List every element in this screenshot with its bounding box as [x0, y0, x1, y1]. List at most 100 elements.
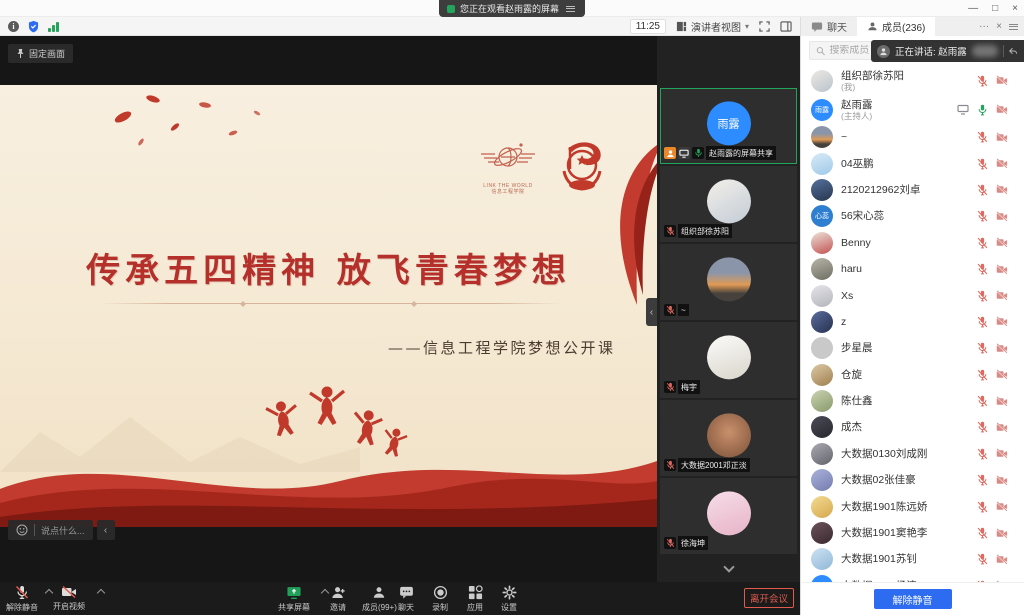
member-name: 步星晨 [841, 342, 971, 354]
member-row[interactable]: 大数据0130刘成刚 [801, 441, 1024, 467]
member-name: 陈仕鑫 [841, 395, 971, 407]
video-tile[interactable]: 梅宇 [660, 322, 797, 398]
watching-banner[interactable]: 您正在观看赵雨露的屏幕 [439, 0, 585, 17]
member-row[interactable]: 大数据1901窦艳李 [801, 520, 1024, 546]
member-name: Xs [841, 290, 971, 302]
leave-meeting-button[interactable]: 离开会议 [744, 588, 794, 608]
camera-off-icon [996, 528, 1008, 539]
member-name: 大数据1901窦艳李 [841, 527, 971, 539]
mic-muted-icon [977, 263, 988, 275]
tab-members[interactable]: 成员(236) [857, 17, 935, 36]
mic-muted-icon [977, 527, 988, 539]
panel-menu-icon[interactable] [1009, 24, 1018, 30]
avatar [707, 257, 751, 301]
screen-share-indicator-icon [447, 5, 455, 13]
avatar: 雨露 [707, 101, 751, 145]
member-row[interactable]: 陈仕鑫 [801, 388, 1024, 414]
member-row[interactable]: 大数据02张佳豪 [801, 467, 1024, 493]
member-name: 大数据1901苏钊 [841, 553, 971, 565]
record-button[interactable]: 录制 [432, 585, 448, 613]
speaking-toast-text: 正在讲话: 赵雨露 [895, 44, 967, 58]
member-role: (主持人) [841, 111, 951, 121]
video-tile-label: ~ [678, 304, 689, 316]
banner-menu-icon[interactable] [564, 4, 577, 14]
avatar [811, 285, 833, 307]
member-row[interactable]: 仓旋 [801, 362, 1024, 388]
video-tile[interactable]: 大数据2001邓正淡 [660, 400, 797, 476]
mic-muted-icon [977, 75, 988, 87]
unmute-button[interactable]: 解除静音 [6, 585, 38, 613]
meeting-info-icon[interactable]: i [8, 21, 19, 32]
member-row[interactable]: 04巫鹏 [801, 150, 1024, 176]
strip-collapse-handle[interactable]: ‹ [646, 298, 657, 326]
speaker-avatar [877, 45, 890, 58]
video-tile[interactable]: ~ [660, 244, 797, 320]
member-row[interactable]: 大数据1901苏钊 [801, 546, 1024, 572]
settings-button[interactable]: 设置 [501, 585, 517, 613]
video-options-chevron[interactable] [97, 589, 105, 597]
video-tile-label: 大数据2001邓正淡 [678, 458, 750, 472]
member-row[interactable]: ~ [801, 124, 1024, 150]
mic-muted-icon [977, 237, 988, 249]
meeting-timer: 11:25 [630, 19, 666, 34]
avatar [811, 443, 833, 465]
mic-on-icon [977, 104, 988, 116]
side-panel-icon[interactable] [780, 21, 792, 32]
mic-muted-icon [977, 474, 988, 486]
video-tile[interactable]: 组织部徐苏阳 [660, 166, 797, 242]
tab-chat[interactable]: 聊天 [801, 17, 857, 36]
apps-button[interactable]: 应用 [467, 585, 483, 613]
pin-view-button[interactable]: 固定画面 [8, 44, 73, 63]
strip-scroll-down-icon[interactable] [723, 561, 734, 572]
avatar [707, 413, 751, 457]
members-button[interactable]: 成员(99+) [362, 585, 397, 613]
view-mode-selector[interactable]: 演讲者视图 ▾ [676, 19, 749, 34]
red-wave-decoration [0, 437, 657, 527]
close-button[interactable]: × [1012, 0, 1018, 17]
invite-icon [331, 585, 346, 600]
video-tiles: 雨露 赵雨露的屏幕共享 组织部徐苏阳 [660, 88, 797, 554]
maximize-button[interactable]: □ [992, 0, 998, 17]
member-row[interactable]: 杨清 大数据1904杨清 [801, 573, 1024, 582]
member-row[interactable]: 雨露 赵雨露 (主持人) [801, 95, 1024, 124]
start-video-button[interactable]: 开启视频 [53, 585, 85, 612]
fullscreen-icon[interactable] [759, 21, 770, 32]
mic-muted-icon [977, 342, 988, 354]
panel-more-icon[interactable]: ··· [979, 17, 989, 36]
share-screen-button[interactable]: 共享屏幕 [278, 585, 310, 613]
member-row[interactable]: 成杰 [801, 414, 1024, 440]
member-row[interactable]: Benny [801, 230, 1024, 256]
chat-button[interactable]: 聊天 [398, 585, 414, 613]
video-tile[interactable]: 雨露 赵雨露的屏幕共享 [660, 88, 797, 164]
panel-close-icon[interactable]: × [996, 17, 1002, 36]
college-logo: LINK THE WORLD 信息工程学院 [466, 141, 550, 203]
members-icon [867, 21, 878, 32]
mic-muted-icon [977, 501, 988, 513]
member-row[interactable]: 大数据1901陈远娇 [801, 493, 1024, 519]
minimize-button[interactable]: — [968, 0, 978, 17]
member-row[interactable]: 心蕊 56宋心蕊 [801, 203, 1024, 229]
security-shield-icon[interactable] [28, 20, 39, 33]
avatar [811, 70, 833, 92]
share-options-chevron[interactable] [321, 589, 329, 597]
invite-button[interactable]: 邀请 [330, 585, 346, 613]
toast-collapse-icon[interactable] [1009, 46, 1017, 56]
camera-off-icon [996, 475, 1008, 486]
member-row[interactable]: z [801, 309, 1024, 335]
mic-muted-icon [977, 421, 988, 433]
member-row[interactable]: 步星晨 [801, 335, 1024, 361]
chat-input[interactable]: 说点什么... [8, 520, 93, 540]
mic-options-chevron[interactable] [45, 589, 53, 597]
member-row[interactable]: 组织部徐苏阳 (我) [801, 66, 1024, 95]
chat-collapse-button[interactable]: ‹ [97, 520, 115, 540]
watching-banner-text: 您正在观看赵雨露的屏幕 [460, 2, 559, 15]
network-signal-icon[interactable] [48, 22, 59, 32]
statusbar-left: i [8, 17, 59, 36]
member-row[interactable]: Xs [801, 282, 1024, 308]
member-row[interactable]: haru [801, 256, 1024, 282]
gear-icon [502, 585, 517, 600]
panel-unmute-button[interactable]: 解除静音 [874, 589, 952, 609]
video-tile[interactable]: 徐海坤 [660, 478, 797, 554]
avatar [811, 311, 833, 333]
member-row[interactable]: 2120212962刘卓 [801, 177, 1024, 203]
